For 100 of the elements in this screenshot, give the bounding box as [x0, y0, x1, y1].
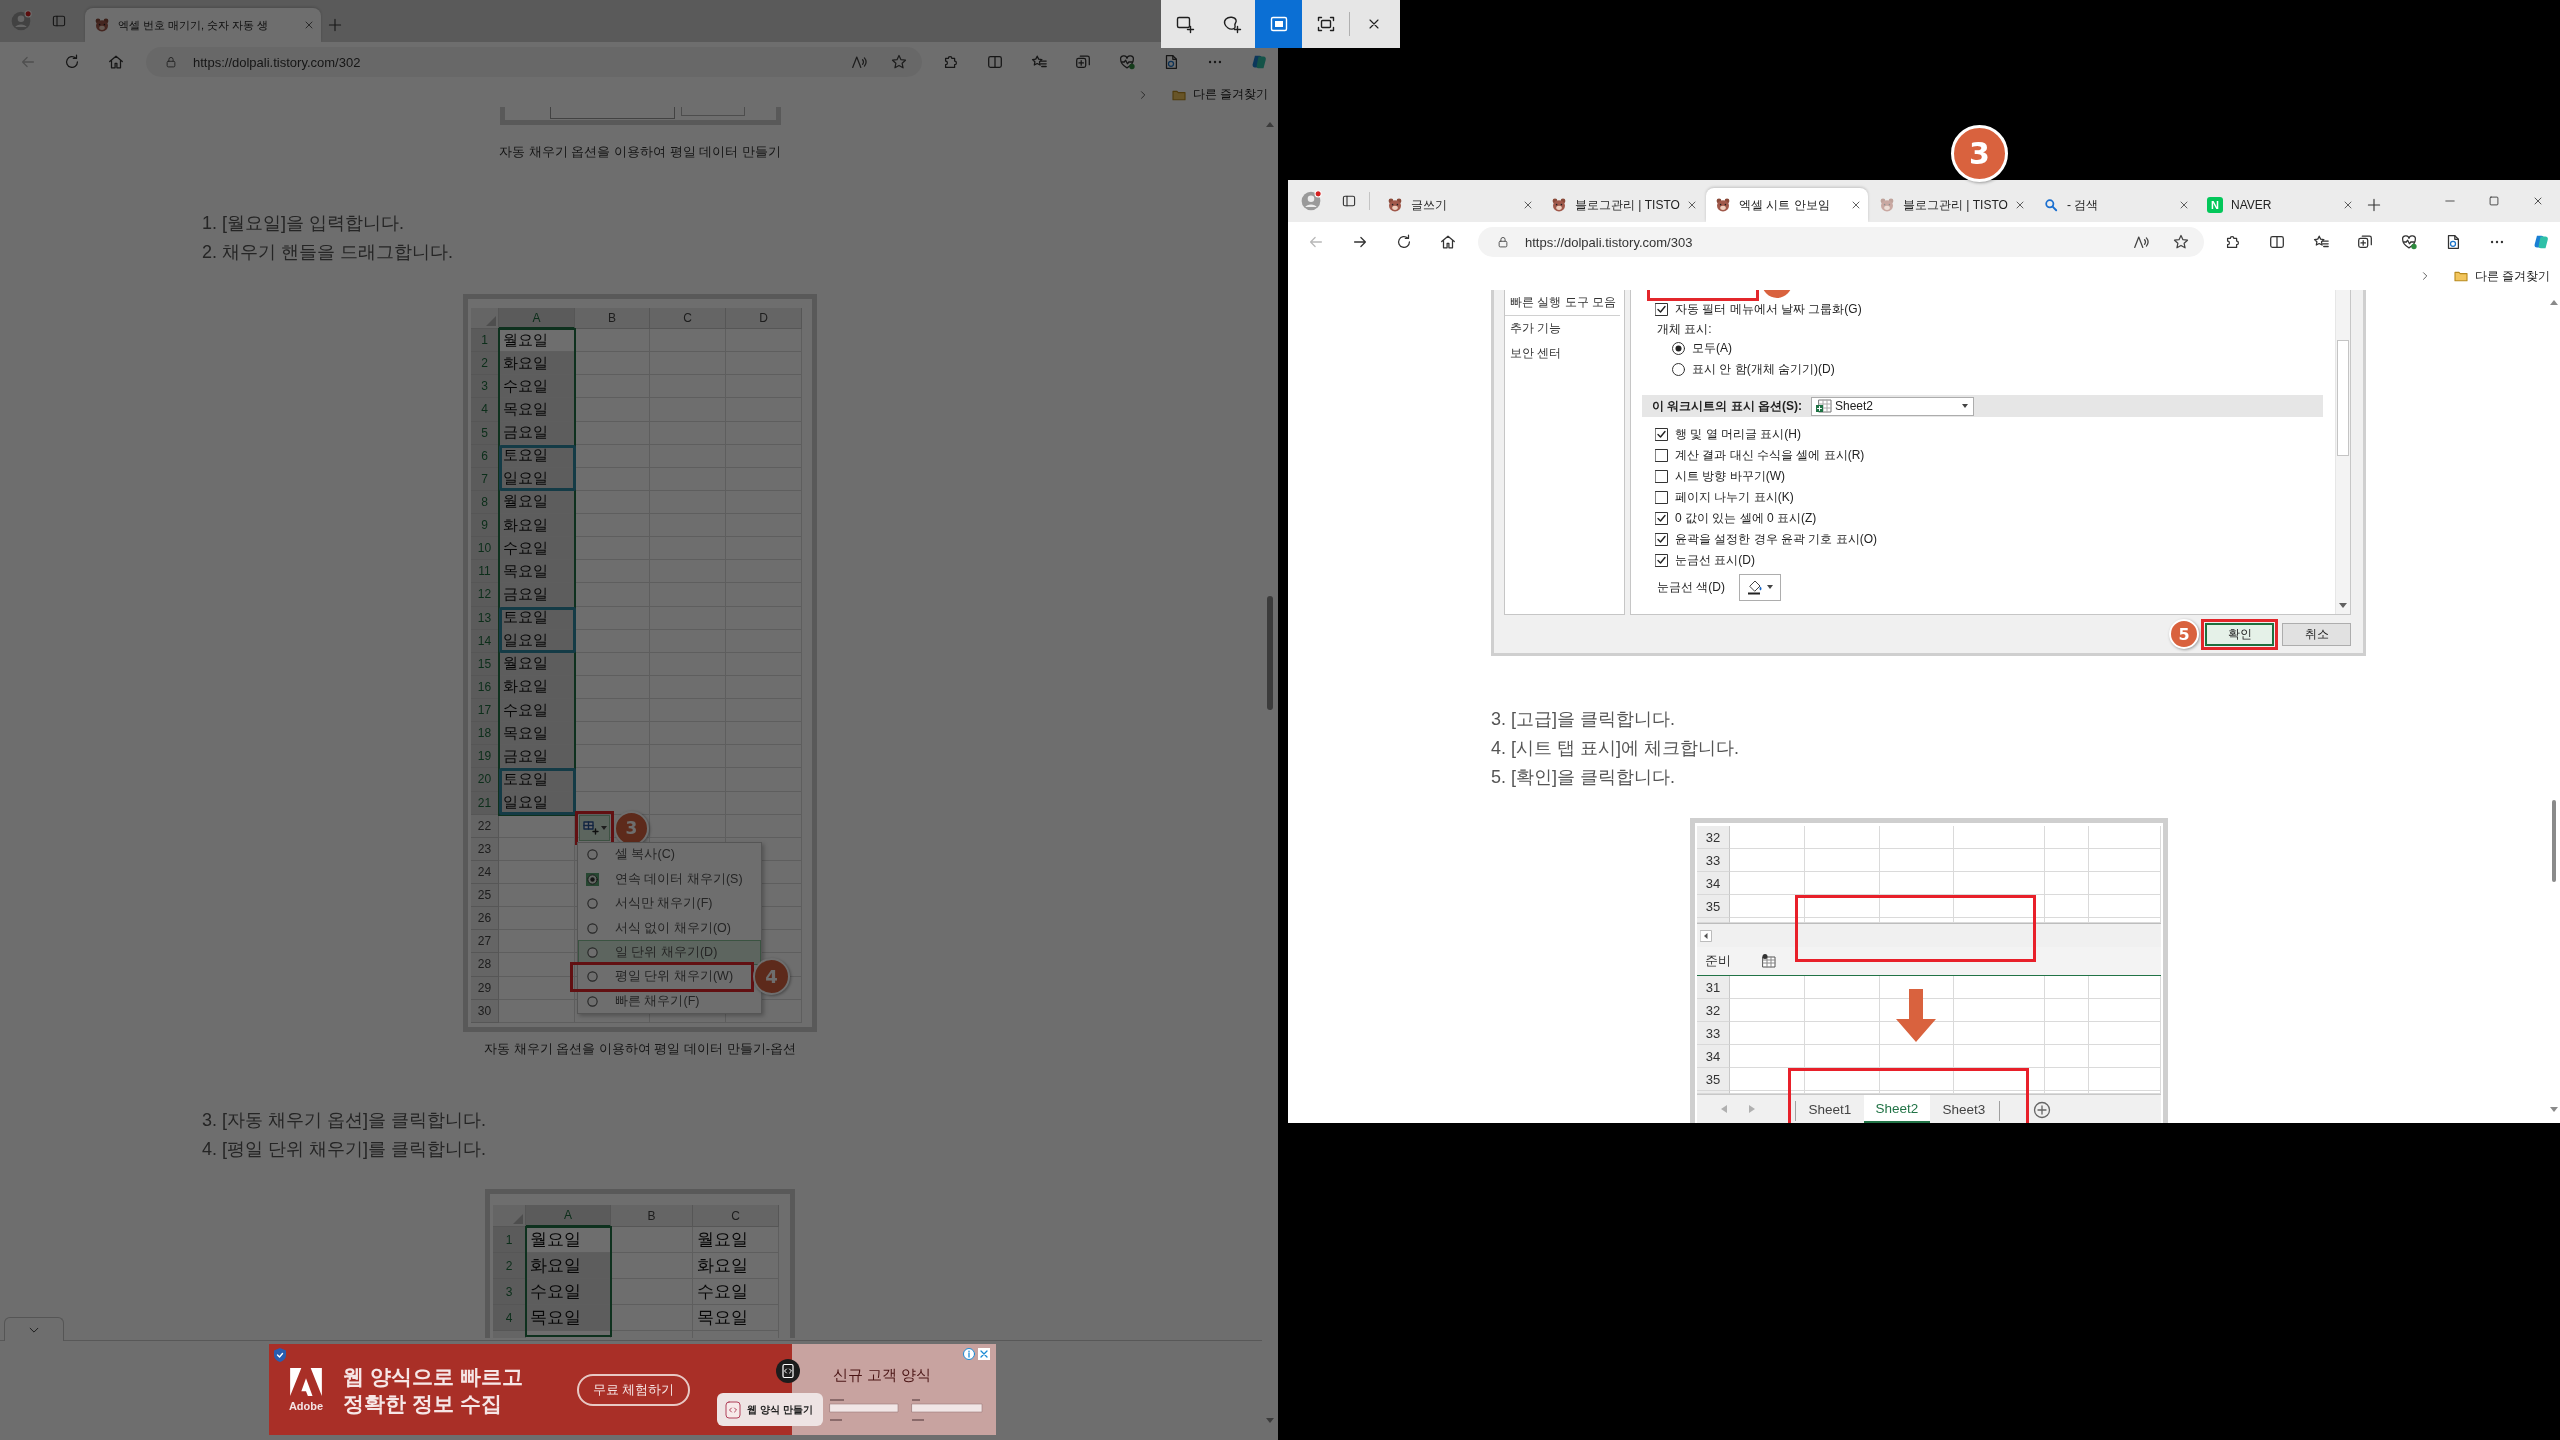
- column-header[interactable]: D: [726, 308, 802, 329]
- nav-item[interactable]: 빠른 실행 도구 모음: [1505, 290, 1624, 315]
- checkbox[interactable]: [1655, 303, 1668, 316]
- row-header[interactable]: 2: [471, 352, 499, 376]
- refresh-icon[interactable]: [1395, 233, 1413, 251]
- checkbox[interactable]: [1655, 533, 1668, 546]
- close-icon[interactable]: [1850, 199, 1862, 211]
- row-header[interactable]: 30: [471, 999, 499, 1023]
- row-header[interactable]: 18: [471, 722, 499, 746]
- browser-tab[interactable]: 엑셀 번호 매기기, 숫자 자동 생: [85, 8, 321, 42]
- nav-item[interactable]: 보안 센터: [1505, 341, 1624, 366]
- close-icon[interactable]: [2342, 199, 2354, 211]
- row-header[interactable]: 11: [471, 560, 499, 584]
- scrollbar-thumb[interactable]: [2337, 340, 2349, 456]
- row-header[interactable]: 9: [471, 514, 499, 538]
- scroll-left-icon[interactable]: [1700, 929, 1712, 942]
- row-header[interactable]: 16: [471, 675, 499, 699]
- checkbox[interactable]: [1655, 428, 1668, 441]
- menu-item[interactable]: 서식만 채우기(F): [578, 891, 761, 916]
- home-icon[interactable]: [1439, 233, 1457, 251]
- scrollbar-thumb[interactable]: [1267, 596, 1273, 710]
- read-aloud-icon[interactable]: [2132, 233, 2150, 251]
- row-header[interactable]: 2: [493, 1253, 526, 1279]
- column-header[interactable]: A: [526, 1205, 611, 1227]
- nav-item[interactable]: 추가 기능: [1505, 316, 1624, 341]
- checkbox[interactable]: [1655, 491, 1668, 504]
- ribbon-icon[interactable]: [2532, 233, 2550, 251]
- ribbon-icon[interactable]: [1250, 53, 1268, 71]
- close-icon[interactable]: [1686, 199, 1698, 211]
- column-header[interactable]: B: [611, 1205, 693, 1227]
- row-header[interactable]: 28: [471, 953, 499, 977]
- profile-icon[interactable]: [1300, 190, 1322, 212]
- row-header[interactable]: 10: [471, 537, 499, 561]
- sheet-dropdown[interactable]: Sheet2: [1811, 396, 1974, 416]
- create-form-button[interactable]: 웹 양식 만들기: [717, 1393, 823, 1426]
- sheet-tab[interactable]: Sheet2: [1864, 1095, 1930, 1123]
- row-header[interactable]: 12: [471, 583, 499, 607]
- profile-icon[interactable]: [10, 10, 32, 32]
- scroll-down-icon[interactable]: [2549, 1107, 2558, 1112]
- row-header[interactable]: 7: [471, 467, 499, 491]
- scrollbar-thumb[interactable]: [2551, 800, 2556, 882]
- star-icon[interactable]: [2172, 233, 2190, 251]
- column-header[interactable]: A: [499, 308, 575, 329]
- puzzle-icon[interactable]: [2224, 233, 2242, 251]
- row-header[interactable]: 19: [471, 745, 499, 769]
- dialog-button[interactable]: 취소: [2282, 622, 2351, 646]
- browser-tab[interactable]: 엑셀 시트 안보임: [1706, 188, 1868, 222]
- browser-tab[interactable]: N NAVER: [2198, 188, 2360, 222]
- option-label[interactable]: 페이지 나누기 표시(K): [1675, 489, 1794, 506]
- option-label[interactable]: 자동 필터 메뉴에서 날짜 그룹화(G): [1675, 301, 1862, 318]
- maximize-icon[interactable]: [2488, 195, 2500, 207]
- menu-item[interactable]: 연속 데이터 채우기(S): [578, 867, 761, 892]
- heart-icon[interactable]: [2400, 233, 2418, 251]
- row-header[interactable]: 29: [471, 976, 499, 1000]
- split-screen-icon[interactable]: [2268, 233, 2286, 251]
- address-bar[interactable]: https://dolpali.tistory.com/303: [1478, 227, 2204, 257]
- close-icon[interactable]: [1522, 199, 1534, 211]
- scroll-up-icon[interactable]: [1266, 122, 1274, 127]
- browser-tab[interactable]: - 검색: [2034, 188, 2196, 222]
- lock-icon[interactable]: [164, 55, 178, 69]
- bookmark-folder[interactable]: 다른 즐겨찾기: [1192, 86, 1268, 103]
- close-icon[interactable]: [2532, 195, 2544, 207]
- checkbox[interactable]: [1655, 554, 1668, 567]
- tab-actions-icon[interactable]: [1341, 193, 1357, 209]
- plus-circle-icon[interactable]: [2033, 1101, 2051, 1119]
- info-icon[interactable]: [963, 1348, 975, 1360]
- new-tab-icon[interactable]: [2366, 197, 2382, 213]
- menu-item[interactable]: 일 단위 채우기(D): [578, 940, 761, 965]
- browser-tab[interactable]: 글쓰기: [1378, 188, 1540, 222]
- radio-button[interactable]: [1672, 342, 1685, 355]
- dialog-button[interactable]: 확인: [2205, 622, 2274, 646]
- radio-button[interactable]: [1672, 363, 1685, 376]
- column-header[interactable]: C: [650, 308, 726, 329]
- browser-tab[interactable]: 블로그관리 | TISTO: [1870, 188, 2032, 222]
- option-label[interactable]: 표시 안 함(개체 숨기기)(D): [1692, 361, 1835, 378]
- address-bar[interactable]: https://dolpali.tistory.com/302: [146, 47, 922, 77]
- browser-tab[interactable]: 블로그관리 | TISTO: [1542, 188, 1704, 222]
- row-header[interactable]: 1: [493, 1227, 526, 1253]
- scroll-up-icon[interactable]: [2549, 300, 2558, 305]
- row-header[interactable]: 26: [471, 907, 499, 931]
- column-header[interactable]: B: [575, 308, 650, 329]
- close-icon[interactable]: [2014, 199, 2026, 211]
- row-header[interactable]: 14: [471, 629, 499, 653]
- option-label[interactable]: 시트 방향 바꾸기(W): [1675, 468, 1785, 485]
- close-icon[interactable]: [978, 1348, 990, 1360]
- sheet-tab[interactable]: Sheet1: [1797, 1095, 1863, 1123]
- checkbox[interactable]: [1655, 470, 1668, 483]
- column-header[interactable]: C: [693, 1205, 779, 1227]
- trial-button[interactable]: 무료 체험하기: [577, 1373, 690, 1406]
- option-label[interactable]: 모두(A): [1692, 340, 1732, 357]
- row-header[interactable]: 17: [471, 699, 499, 723]
- collections-icon[interactable]: [2356, 233, 2374, 251]
- checkbox[interactable]: [1655, 449, 1668, 462]
- sheet-tab[interactable]: Sheet3: [1931, 1095, 1997, 1123]
- checkbox[interactable]: [1655, 512, 1668, 525]
- close-icon[interactable]: [303, 19, 315, 31]
- option-label[interactable]: 윤곽을 설정한 경우 윤곽 기호 표시(O): [1675, 531, 1877, 548]
- option-label[interactable]: 계산 결과 대신 수식을 셀에 표시(R): [1675, 447, 1865, 464]
- color-picker-button[interactable]: [1739, 573, 1781, 601]
- row-header[interactable]: 3: [493, 1279, 526, 1305]
